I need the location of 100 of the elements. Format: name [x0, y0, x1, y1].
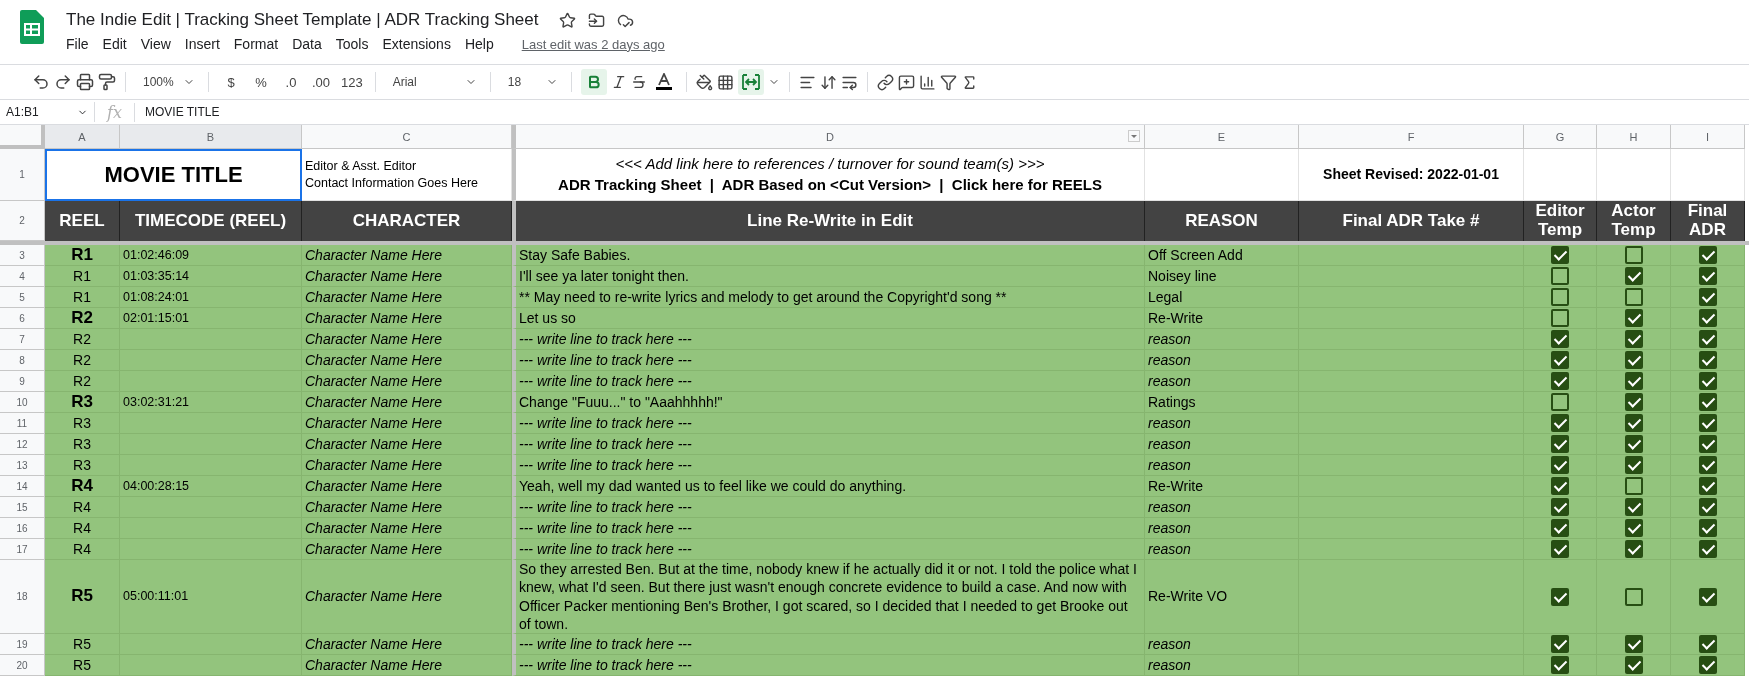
table-cell[interactable]: Off Screen Add: [1145, 245, 1299, 266]
checkbox[interactable]: [1698, 498, 1717, 516]
table-cell[interactable]: R2: [45, 350, 120, 371]
table-cell[interactable]: Character Name Here: [302, 655, 512, 676]
table-cell[interactable]: reason: [1145, 434, 1299, 455]
comment-icon[interactable]: [897, 73, 915, 91]
table-cell[interactable]: R2: [45, 329, 120, 350]
checkbox[interactable]: [1698, 372, 1717, 390]
table-cell[interactable]: ** May need to re-write lyrics and melody to get around the Copyright'd song **: [512, 287, 1145, 308]
table-cell[interactable]: [1671, 350, 1745, 371]
move-folder-icon[interactable]: [587, 11, 605, 29]
table-cell[interactable]: Ratings: [1145, 392, 1299, 413]
table-cell[interactable]: Character Name Here: [302, 560, 512, 634]
vertical-align-icon[interactable]: [819, 73, 837, 91]
table-cell[interactable]: [1597, 266, 1671, 287]
table-cell[interactable]: [1597, 329, 1671, 350]
paint-format-icon[interactable]: [98, 73, 116, 91]
checkbox[interactable]: [1551, 498, 1569, 516]
column-header[interactable]: F: [1299, 125, 1524, 149]
table-cell[interactable]: [120, 655, 302, 676]
menu-item[interactable]: Format: [233, 36, 287, 52]
table-cell[interactable]: [1524, 329, 1597, 350]
table-cell[interactable]: [1524, 655, 1597, 676]
table-cell[interactable]: Re-Write: [1145, 308, 1299, 329]
table-cell[interactable]: 02:01:15:01: [120, 308, 302, 329]
checkbox[interactable]: [1698, 393, 1717, 411]
table-cell[interactable]: reason: [1145, 655, 1299, 676]
row-number[interactable]: 10: [0, 392, 45, 413]
checkbox[interactable]: [1698, 246, 1717, 264]
table-cell[interactable]: [1597, 392, 1671, 413]
checkbox[interactable]: [1551, 309, 1569, 327]
checkbox[interactable]: [1551, 351, 1569, 369]
table-cell[interactable]: [1671, 392, 1745, 413]
table-cell[interactable]: R1: [45, 245, 120, 266]
undo-icon[interactable]: [32, 73, 50, 91]
checkbox[interactable]: [1698, 540, 1717, 558]
checkbox[interactable]: [1551, 540, 1569, 558]
row-number[interactable]: 20: [0, 655, 45, 676]
row-number[interactable]: 4: [0, 266, 45, 287]
checkbox[interactable]: [1698, 351, 1717, 369]
table-cell[interactable]: [1597, 350, 1671, 371]
table-cell[interactable]: [1524, 413, 1597, 434]
checkbox[interactable]: [1624, 519, 1643, 537]
checkbox[interactable]: [1624, 635, 1643, 653]
percent-button[interactable]: %: [248, 69, 274, 95]
table-cell[interactable]: reason: [1145, 413, 1299, 434]
table-cell[interactable]: --- write line to track here ---: [512, 455, 1145, 476]
table-cell[interactable]: reason: [1145, 329, 1299, 350]
row-number[interactable]: 7: [0, 329, 45, 350]
menu-item[interactable]: Extensions: [382, 36, 459, 52]
table-cell[interactable]: [1524, 560, 1597, 634]
table-cell[interactable]: [1671, 434, 1745, 455]
checkbox[interactable]: [1624, 435, 1643, 453]
column-header[interactable]: B: [120, 125, 302, 149]
row-number[interactable]: 17: [0, 539, 45, 560]
last-edit-link[interactable]: Last edit was 2 days ago: [521, 36, 665, 52]
table-cell[interactable]: R1: [45, 266, 120, 287]
table-cell[interactable]: 05:00:11:01: [120, 560, 302, 634]
checkbox[interactable]: [1698, 519, 1717, 537]
table-cell[interactable]: Character Name Here: [302, 455, 512, 476]
column-header[interactable]: A: [45, 125, 120, 149]
checkbox[interactable]: [1624, 540, 1643, 558]
table-cell[interactable]: [1524, 287, 1597, 308]
column-heading[interactable]: TIMECODE (REEL): [120, 201, 302, 241]
print-icon[interactable]: [76, 73, 94, 91]
table-cell[interactable]: Character Name Here: [302, 371, 512, 392]
column-heading[interactable]: Actor Temp: [1597, 201, 1671, 241]
table-cell[interactable]: [1671, 655, 1745, 676]
table-cell[interactable]: Sheet Revised: 2022-01-01: [1299, 149, 1524, 201]
table-cell[interactable]: --- write line to track here ---: [512, 371, 1145, 392]
table-cell[interactable]: Character Name Here: [302, 539, 512, 560]
increase-decimals-button[interactable]: .00: [308, 69, 334, 95]
table-cell[interactable]: reason: [1145, 371, 1299, 392]
table-cell[interactable]: [1671, 266, 1745, 287]
merge-cells-button[interactable]: [737, 69, 764, 95]
table-cell[interactable]: reason: [1145, 350, 1299, 371]
table-cell[interactable]: Character Name Here: [302, 413, 512, 434]
table-cell[interactable]: [1597, 655, 1671, 676]
checkbox[interactable]: [1624, 656, 1643, 674]
table-cell[interactable]: 01:08:24:01: [120, 287, 302, 308]
row-number[interactable]: 15: [0, 497, 45, 518]
table-cell[interactable]: [1524, 476, 1597, 497]
column-heading[interactable]: Final ADR Take #: [1299, 201, 1524, 241]
row-number[interactable]: 12: [0, 434, 45, 455]
checkbox[interactable]: [1624, 288, 1643, 306]
row-number[interactable]: 8: [0, 350, 45, 371]
table-cell[interactable]: R2: [45, 308, 120, 329]
table-cell[interactable]: reason: [1145, 634, 1299, 655]
checkbox[interactable]: [1698, 330, 1717, 348]
table-cell[interactable]: [1597, 371, 1671, 392]
table-cell[interactable]: R4: [45, 539, 120, 560]
sheets-logo-icon[interactable]: [20, 10, 44, 44]
row-number[interactable]: 6: [0, 308, 45, 329]
table-cell[interactable]: Character Name Here: [302, 350, 512, 371]
name-box[interactable]: A1:B1: [0, 102, 95, 122]
table-cell[interactable]: reason: [1145, 455, 1299, 476]
table-cell[interactable]: [1671, 329, 1745, 350]
checkbox[interactable]: [1624, 372, 1643, 390]
table-cell[interactable]: [1671, 245, 1745, 266]
table-cell[interactable]: [1597, 455, 1671, 476]
